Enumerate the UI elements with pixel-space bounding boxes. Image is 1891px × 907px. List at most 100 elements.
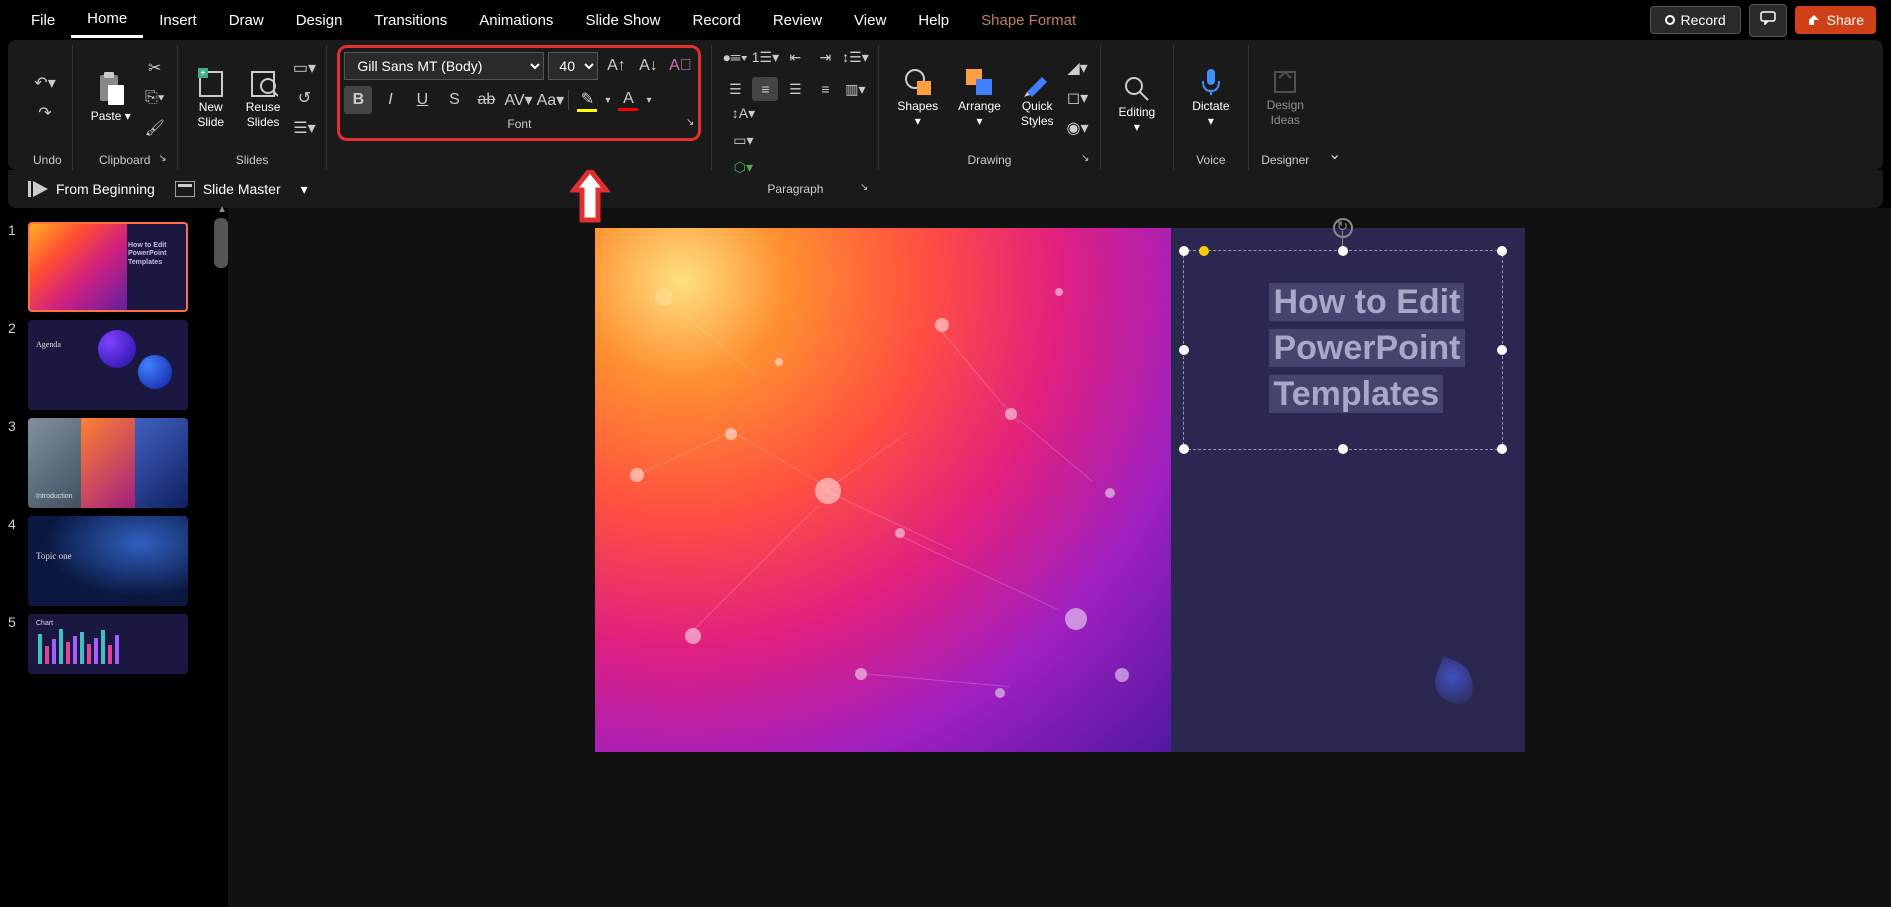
cut-button[interactable]: ✂ [143,56,167,80]
shape-outline-button[interactable]: ◻▾ [1066,86,1090,110]
slide-title-text[interactable]: How to Edit PowerPoint Templates [1269,280,1464,418]
layout-button[interactable]: ▭▾ [292,56,316,80]
tab-transitions[interactable]: Transitions [358,4,463,37]
format-painter-button[interactable]: 🖌 [143,116,167,140]
align-left-button[interactable]: ☰ [722,77,748,101]
slide-canvas-area[interactable]: How to Edit PowerPoint Templates [228,208,1891,907]
tab-slideshow[interactable]: Slide Show [569,4,676,37]
strikethrough-button[interactable]: ab [472,86,500,114]
quick-styles-button[interactable]: Quick Styles [1013,63,1062,132]
sel-handle-bm[interactable] [1338,444,1348,454]
align-center-button[interactable]: ≡ [752,77,778,101]
align-text-button[interactable]: ▭▾ [730,128,756,152]
highlight-button[interactable]: ✎ [573,86,601,114]
from-beginning-button[interactable]: From Beginning [28,181,155,197]
justify-button[interactable]: ≡ [812,77,838,101]
slide-thumb-1[interactable]: How to Edit PowerPoint Templates [28,222,188,312]
tab-review[interactable]: Review [757,4,838,37]
smartart-button[interactable]: ⬡▾ [730,155,756,179]
rotate-handle[interactable] [1333,218,1353,238]
tab-help[interactable]: Help [902,4,965,37]
columns-button[interactable]: ▥▾ [842,77,868,101]
quickbar-more-button[interactable]: ▾ [301,181,308,198]
sel-handle-tr[interactable] [1497,246,1507,256]
numbering-button[interactable]: 1☰▾ [752,45,778,69]
ribbon-collapse-button[interactable]: ⌄ [1322,138,1347,170]
bold-button[interactable]: B [344,86,372,114]
increase-indent-button[interactable]: ⇥ [812,45,838,69]
tab-shape-format[interactable]: Shape Format [965,4,1092,37]
copy-button[interactable]: ⎘▾ [143,86,167,110]
tab-animations[interactable]: Animations [463,4,569,37]
thumb3-title: Introduction [36,493,73,500]
dictate-button[interactable]: Dictate▾ [1184,63,1237,132]
sel-handle-adjust[interactable] [1199,246,1209,256]
drawing-group-label[interactable]: Drawing [889,150,1089,170]
slide-thumb-4-wrap[interactable]: 4 Topic one [0,512,228,610]
new-slide-button[interactable]: + New Slide [188,62,234,133]
slide-thumb-5-wrap[interactable]: 5 Chart [0,610,228,678]
slide-thumb-2-wrap[interactable]: 2 Agenda [0,316,228,414]
align-right-button[interactable]: ☰ [782,77,808,101]
slide-thumb-1-wrap[interactable]: 1 How to Edit PowerPoint Templates [0,218,228,316]
thumbnail-scrollbar[interactable]: ▲ [214,208,228,907]
text-direction-button[interactable]: ↕A▾ [730,101,756,125]
comments-button[interactable] [1749,4,1787,37]
sel-handle-mr[interactable] [1497,345,1507,355]
shape-fill-button[interactable]: ◢▾ [1066,56,1090,80]
shadow-button[interactable]: S [440,86,468,114]
ribbon-group-drawing: Shapes▾ Arrange▾ Quick Styles ◢▾ ◻▾ ◉▾ D… [879,45,1100,170]
record-button[interactable]: Record [1650,6,1741,34]
decrease-indent-button[interactable]: ⇤ [782,45,808,69]
design-ideas-button[interactable]: Design Ideas [1259,64,1312,131]
tab-draw[interactable]: Draw [213,4,280,37]
arrange-button[interactable]: Arrange▾ [950,63,1009,132]
ribbon-group-paragraph: ⦁☰▾ 1☰▾ ⇤ ⇥ ↕☰▾ ☰ ≡ ☰ ≡ ▥▾ ↕A▾ ▭▾ ⬡▾ Par… [712,45,879,170]
undo-button[interactable]: ↶▾ [33,71,57,95]
font-color-button[interactable]: A [614,86,642,114]
sel-handle-tl[interactable] [1179,246,1189,256]
decrease-font-button[interactable]: A↓ [634,52,662,80]
slide-thumb-5[interactable]: Chart [28,614,188,674]
bullets-button[interactable]: ⦁☰▾ [722,45,748,69]
clear-format-button[interactable]: A⃠ [666,52,694,80]
paragraph-group-label[interactable]: Paragraph [722,179,868,199]
slide-thumb-4[interactable]: Topic one [28,516,188,606]
sel-handle-bl[interactable] [1179,444,1189,454]
italic-button[interactable]: I [376,86,404,114]
tab-home[interactable]: Home [71,2,143,38]
font-size-select[interactable]: 40 [548,52,598,80]
slide-thumb-2[interactable]: Agenda [28,320,188,410]
sel-handle-br[interactable] [1497,444,1507,454]
slide-master-button[interactable]: Slide Master [175,181,281,197]
underline-button[interactable]: U [408,86,436,114]
section-button[interactable]: ☰▾ [292,116,316,140]
paste-button[interactable]: Paste ▾ [83,67,139,127]
increase-font-button[interactable]: A↑ [602,52,630,80]
font-group-label[interactable]: Font [344,114,694,134]
slide-thumb-3-wrap[interactable]: 3 Introduction [0,414,228,512]
font-name-select[interactable]: Gill Sans MT (Body) [344,52,544,80]
sel-handle-ml[interactable] [1179,345,1189,355]
shape-effects-button[interactable]: ◉▾ [1066,116,1090,140]
tab-record[interactable]: Record [676,4,756,37]
change-case-button[interactable]: Aa▾ [536,86,564,114]
tab-file[interactable]: File [15,4,71,37]
tab-view[interactable]: View [838,4,902,37]
reuse-slides-button[interactable]: Reuse Slides [238,62,289,133]
editing-button[interactable]: Editing▾ [1111,71,1164,138]
sel-handle-tm[interactable] [1338,246,1348,256]
clipboard-group-label[interactable]: Clipboard [83,150,167,170]
reset-button[interactable]: ↺ [292,86,316,110]
redo-button[interactable]: ↷ [33,101,57,125]
slide-canvas[interactable]: How to Edit PowerPoint Templates [595,228,1525,752]
char-spacing-button[interactable]: AV▾ [504,86,532,114]
tab-design[interactable]: Design [280,4,359,37]
voice-group-label: Voice [1184,150,1237,170]
tab-insert[interactable]: Insert [143,4,213,37]
slide-thumb-3[interactable]: Introduction [28,418,188,508]
share-button[interactable]: Share [1795,6,1876,34]
line-spacing-button[interactable]: ↕☰▾ [842,45,868,69]
shapes-button[interactable]: Shapes▾ [889,63,946,132]
menu-bar: File Home Insert Draw Design Transitions… [0,0,1891,40]
